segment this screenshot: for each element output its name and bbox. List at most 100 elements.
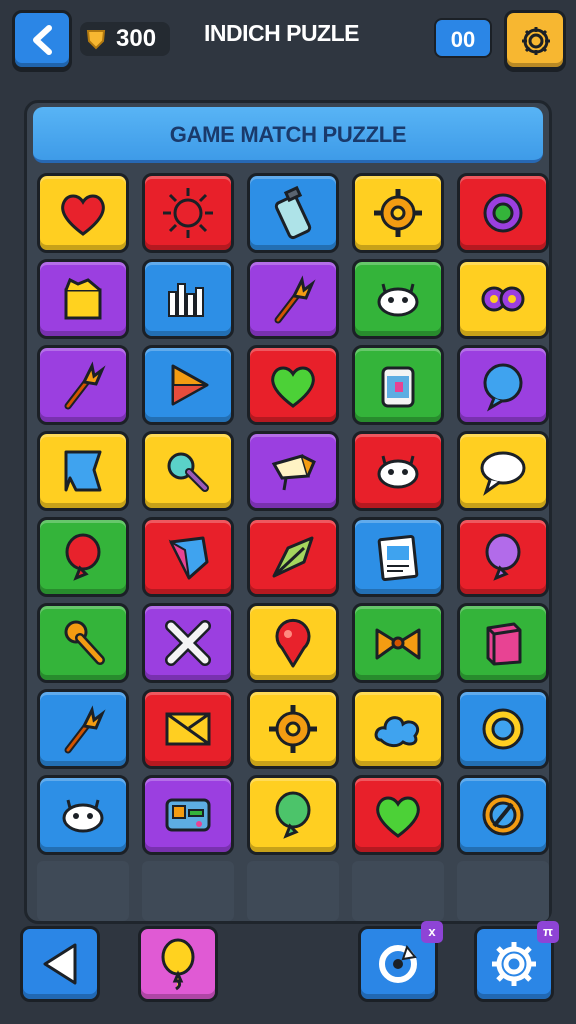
empty-slot: [352, 861, 444, 921]
pin-icon: [275, 618, 311, 668]
settings-button[interactable]: [504, 10, 566, 70]
play-left-icon: [43, 943, 77, 985]
key-icon: [167, 452, 209, 492]
tile[interactable]: [142, 259, 234, 339]
refresh-icon: [379, 944, 417, 983]
tile[interactable]: [352, 259, 444, 339]
balloon-icon: [485, 533, 521, 581]
cross-icon: [165, 620, 211, 666]
tile[interactable]: [37, 259, 129, 339]
tile[interactable]: [352, 345, 444, 425]
tile[interactable]: [142, 431, 234, 511]
torch-icon: [64, 705, 106, 754]
tile[interactable]: [37, 775, 129, 855]
gear-icon: [374, 189, 422, 237]
creature-icon: [62, 799, 104, 833]
creature-icon: [377, 455, 419, 489]
tile[interactable]: [352, 173, 444, 253]
tile[interactable]: [352, 689, 444, 769]
play-triangle-icon: [171, 364, 209, 406]
tile[interactable]: [247, 259, 339, 339]
tile[interactable]: [247, 517, 339, 597]
tile[interactable]: [457, 345, 549, 425]
tile[interactable]: [142, 517, 234, 597]
card-icon: [377, 535, 419, 581]
wrench-icon: [64, 620, 105, 665]
diamond-icon: [168, 536, 209, 580]
bubble-icon: [483, 363, 523, 412]
heart-icon: [61, 194, 105, 236]
tile[interactable]: [457, 431, 549, 511]
tile[interactable]: [352, 517, 444, 597]
empty-slot: [247, 861, 339, 921]
tile[interactable]: [247, 603, 339, 683]
compass-icon: [482, 794, 524, 836]
tile[interactable]: [247, 431, 339, 511]
score-badge: 00: [434, 18, 492, 58]
empty-slot: [457, 861, 549, 921]
tile[interactable]: [352, 775, 444, 855]
tile[interactable]: [142, 345, 234, 425]
coin-shield-icon: [86, 30, 106, 50]
tile[interactable]: [142, 173, 234, 253]
gear-icon: [522, 27, 550, 55]
page-title: INDICH PUZLE: [204, 20, 360, 46]
heart-icon: [376, 796, 420, 838]
box-icon: [64, 277, 102, 320]
empty-slot: [142, 861, 234, 921]
torch-icon: [274, 275, 316, 324]
tile[interactable]: [37, 517, 129, 597]
bow-icon: [375, 628, 421, 660]
bottle-icon: [274, 185, 312, 240]
envelope-icon: [165, 712, 211, 746]
board-banner: GAME MATCH PUZZLE: [33, 107, 543, 163]
game-board: GAME MATCH PUZZLE: [24, 100, 552, 924]
tile[interactable]: [247, 775, 339, 855]
badge-icon: [482, 708, 524, 750]
creature-icon: [377, 283, 419, 317]
tile[interactable]: [37, 689, 129, 769]
tile[interactable]: [457, 517, 549, 597]
tile[interactable]: [142, 689, 234, 769]
tile[interactable]: [37, 345, 129, 425]
tile[interactable]: [247, 173, 339, 253]
gear-icon: [269, 705, 317, 753]
previous-button[interactable]: [20, 926, 100, 1002]
gear-icon: [492, 942, 536, 986]
jar-icon: [381, 366, 415, 408]
speech-icon: [480, 451, 526, 496]
shuffle-button[interactable]: x: [358, 921, 443, 1002]
tile[interactable]: [247, 689, 339, 769]
shuffle-count-badge: x: [421, 921, 443, 943]
balloon-icon: [65, 533, 101, 581]
horn-icon: [271, 454, 316, 491]
options-count-badge: π: [537, 921, 559, 943]
coin-value: 300: [116, 25, 157, 52]
tile[interactable]: [352, 603, 444, 683]
sun-icon: [163, 188, 213, 238]
tile[interactable]: [142, 603, 234, 683]
leaf-icon: [272, 536, 314, 578]
balloon-icon: [275, 791, 311, 839]
links-icon: [481, 286, 525, 312]
flag-icon: [64, 450, 102, 492]
tile[interactable]: [457, 259, 549, 339]
coin-counter: 300: [80, 22, 170, 56]
tile[interactable]: [352, 431, 444, 511]
back-button[interactable]: [12, 10, 72, 70]
tile[interactable]: [247, 345, 339, 425]
tile[interactable]: [37, 431, 129, 511]
bars-icon: [168, 283, 204, 317]
hint-button[interactable]: [138, 926, 218, 1002]
console-icon: [165, 798, 211, 832]
chevron-left-icon: [33, 25, 52, 55]
options-button[interactable]: π: [474, 921, 559, 1002]
heart-icon: [271, 366, 315, 408]
tile[interactable]: [37, 603, 129, 683]
tile[interactable]: [142, 775, 234, 855]
tile[interactable]: [457, 173, 549, 253]
tile[interactable]: [457, 689, 549, 769]
tile[interactable]: [37, 173, 129, 253]
tile[interactable]: [457, 603, 549, 683]
tile[interactable]: [457, 775, 549, 855]
